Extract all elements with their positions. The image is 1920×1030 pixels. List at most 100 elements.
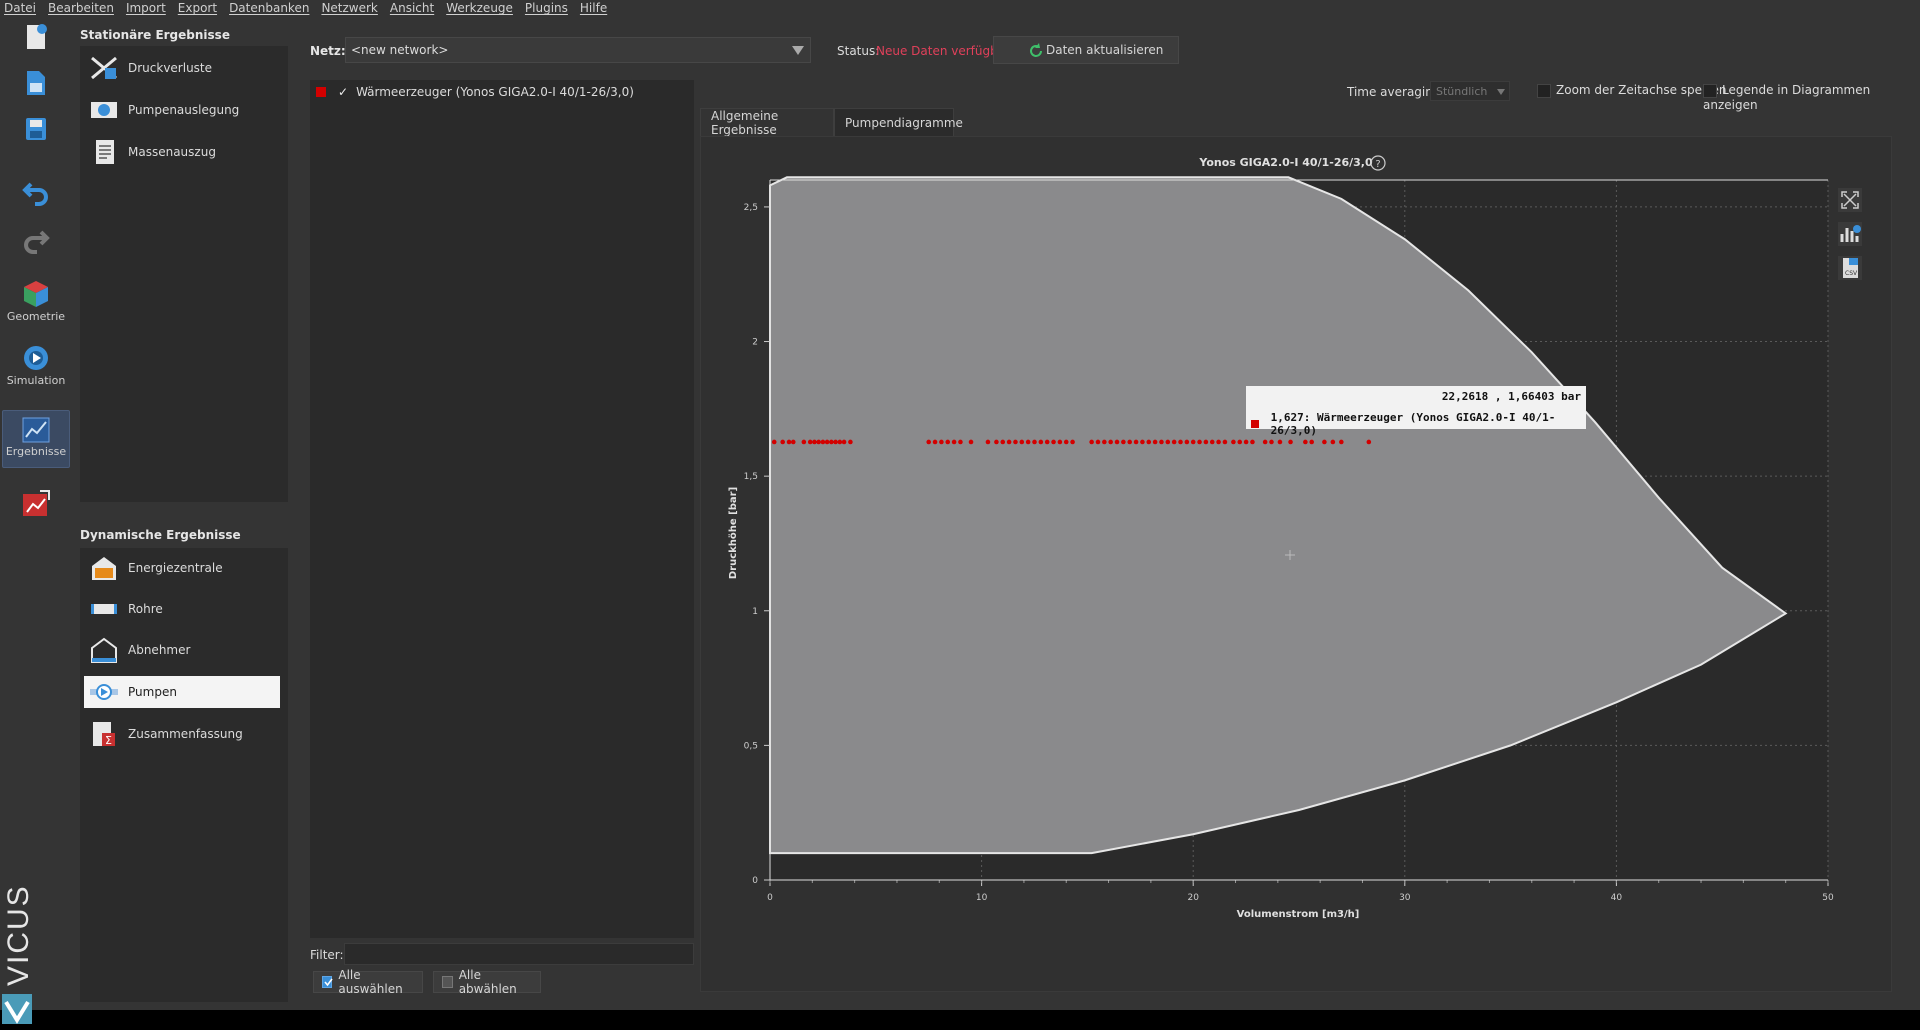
data-point bbox=[1243, 439, 1249, 445]
nav-pumpen[interactable]: Pumpen bbox=[84, 676, 280, 708]
list-item[interactable]: ✓ Wärmeerzeuger (Yonos GIGA2.0-I 40/1-26… bbox=[314, 82, 634, 102]
data-point bbox=[1133, 439, 1139, 445]
menu-export[interactable]: Export bbox=[178, 1, 217, 15]
menu-datenbanken[interactable]: Datenbanken bbox=[229, 1, 309, 15]
menu-import[interactable]: Import bbox=[126, 1, 166, 15]
network-select-value: <new network> bbox=[351, 43, 449, 57]
data-point bbox=[1309, 439, 1314, 445]
status-value: Neue Daten verfügbar bbox=[876, 44, 1011, 58]
data-point bbox=[780, 439, 785, 445]
data-point bbox=[968, 439, 974, 445]
nav-abnehmer[interactable]: Abnehmer bbox=[84, 634, 280, 666]
menu-plugins[interactable]: Plugins bbox=[525, 1, 568, 15]
y-tick-label: 2,5 bbox=[744, 203, 758, 213]
help-icon-glyph: ? bbox=[1375, 159, 1380, 170]
data-point bbox=[1178, 439, 1183, 445]
menu-datei[interactable]: Datei bbox=[4, 1, 36, 15]
nav-label: Druckverluste bbox=[128, 61, 213, 75]
menu-netzwerk[interactable]: Netzwerk bbox=[321, 1, 377, 15]
select-all-button[interactable]: Alle auswählen bbox=[313, 968, 423, 996]
data-point bbox=[1114, 439, 1120, 445]
menu-ansicht[interactable]: Ansicht bbox=[390, 1, 434, 15]
dynamic-results-title: Dynamische Ergebnisse bbox=[80, 528, 241, 542]
refresh-data-button[interactable]: Daten aktualisieren bbox=[993, 36, 1179, 64]
data-point bbox=[1089, 439, 1094, 445]
checked-icon[interactable]: ✓ bbox=[338, 85, 348, 99]
data-point bbox=[1222, 439, 1228, 445]
nav-pumpenauslegung[interactable]: Pumpenauslegung bbox=[84, 94, 280, 126]
x-axis-label: Volumenstrom [m3/h] bbox=[1237, 909, 1360, 920]
data-point bbox=[1146, 439, 1152, 445]
deselect-all-button[interactable]: Alle abwählen bbox=[433, 968, 541, 996]
tooltip-entry: 1,627: Wärmeerzeuger (Yonos GIGA2.0-I 40… bbox=[1270, 411, 1556, 437]
save-project-button[interactable] bbox=[2, 114, 70, 144]
data-point bbox=[1070, 439, 1075, 445]
data-point bbox=[1237, 439, 1243, 445]
zoom-fit-button[interactable] bbox=[1838, 188, 1862, 212]
nav-rohre[interactable]: Rohre bbox=[84, 593, 280, 625]
refresh-data-label: Daten aktualisieren bbox=[1046, 43, 1164, 57]
x-tick-label: 40 bbox=[1611, 893, 1623, 903]
data-point bbox=[1063, 439, 1069, 445]
data-point bbox=[1044, 439, 1050, 445]
simulation-mode-button[interactable]: Simulation bbox=[2, 342, 70, 396]
tab-pump-diagrams[interactable]: Pumpendiagramme bbox=[834, 108, 963, 136]
undo-button[interactable] bbox=[2, 176, 70, 206]
pump-design-icon bbox=[91, 102, 117, 118]
data-point bbox=[939, 439, 944, 445]
data-point bbox=[985, 439, 991, 445]
app-window: Datei Bearbeiten Import Export Datenbank… bbox=[0, 0, 1920, 1024]
nav-massenauszug[interactable]: Massenauszug bbox=[84, 136, 280, 168]
nav-label: Abnehmer bbox=[128, 643, 191, 657]
data-point bbox=[833, 439, 838, 445]
chart-settings-button[interactable] bbox=[1838, 222, 1862, 246]
data-point bbox=[786, 439, 792, 445]
nav-label: Rohre bbox=[128, 602, 163, 616]
geometry-label: Geometrie bbox=[6, 310, 66, 323]
data-point bbox=[801, 439, 807, 445]
y-tick-label: 2 bbox=[752, 338, 758, 348]
undo-icon bbox=[22, 182, 48, 206]
summary-icon: Σ bbox=[93, 722, 115, 747]
data-point bbox=[1121, 439, 1126, 445]
x-tick-label: 10 bbox=[976, 893, 988, 903]
open-project-button[interactable] bbox=[2, 68, 70, 98]
data-point bbox=[1006, 439, 1012, 445]
deselect-all-label: Alle abwählen bbox=[458, 968, 517, 996]
results-chart-icon bbox=[22, 417, 50, 443]
new-file-icon bbox=[27, 24, 47, 49]
nav-label: Massenauszug bbox=[128, 145, 216, 159]
pump-chart[interactable]: 0 10 20 30 40 50 0 0,5 1 1,5 2 2,5 Yonos GIGA2.0-I… bbox=[700, 136, 1892, 936]
nav-label: Pumpenauslegung bbox=[128, 103, 240, 117]
menu-hilfe[interactable]: Hilfe bbox=[580, 1, 607, 15]
data-point bbox=[958, 439, 963, 445]
nav-zusammenfassung[interactable]: Σ Zusammenfassung bbox=[84, 718, 280, 750]
simulation-gear-icon bbox=[24, 346, 48, 370]
zoom-lock-checkbox[interactable] bbox=[1537, 83, 1551, 98]
tab-general-results[interactable]: Allgemeine Ergebnisse bbox=[700, 108, 834, 137]
data-point bbox=[1102, 439, 1107, 445]
data-point bbox=[812, 439, 817, 445]
pipes-icon bbox=[91, 604, 117, 614]
export-csv-button[interactable]: CSV bbox=[1838, 256, 1862, 280]
network-select[interactable]: <new network> bbox=[345, 37, 811, 63]
nav-druckverluste[interactable]: Druckverluste bbox=[84, 52, 280, 84]
chart-title: Yonos GIGA2.0-I 40/1-26/3,0 bbox=[1198, 156, 1373, 169]
redo-button[interactable] bbox=[2, 224, 70, 254]
nav-energiezentrale[interactable]: Energiezentrale bbox=[84, 552, 280, 584]
svg-text:CSV: CSV bbox=[1845, 270, 1858, 277]
data-point bbox=[1019, 439, 1025, 445]
legend-show-checkbox[interactable] bbox=[1703, 83, 1717, 98]
zoom-lock-option[interactable]: Zoom der Zeitachse sperren bbox=[1537, 83, 1726, 98]
time-averaging-select[interactable]: Stündlich bbox=[1430, 81, 1510, 101]
new-project-button[interactable] bbox=[2, 22, 70, 52]
legend-show-option[interactable]: Legende in Diagrammen anzeigen bbox=[1703, 83, 1920, 112]
results-mode-button[interactable]: Ergebnisse bbox=[2, 410, 70, 468]
filter-input[interactable] bbox=[344, 943, 694, 965]
menu-bearbeiten[interactable]: Bearbeiten bbox=[48, 1, 114, 15]
geometry-mode-button[interactable]: Geometrie bbox=[2, 278, 70, 332]
menu-werkzeuge[interactable]: Werkzeuge bbox=[446, 1, 513, 15]
export-results-button[interactable] bbox=[2, 488, 70, 520]
save-icon bbox=[26, 118, 46, 140]
network-label: Netz: bbox=[310, 44, 346, 58]
